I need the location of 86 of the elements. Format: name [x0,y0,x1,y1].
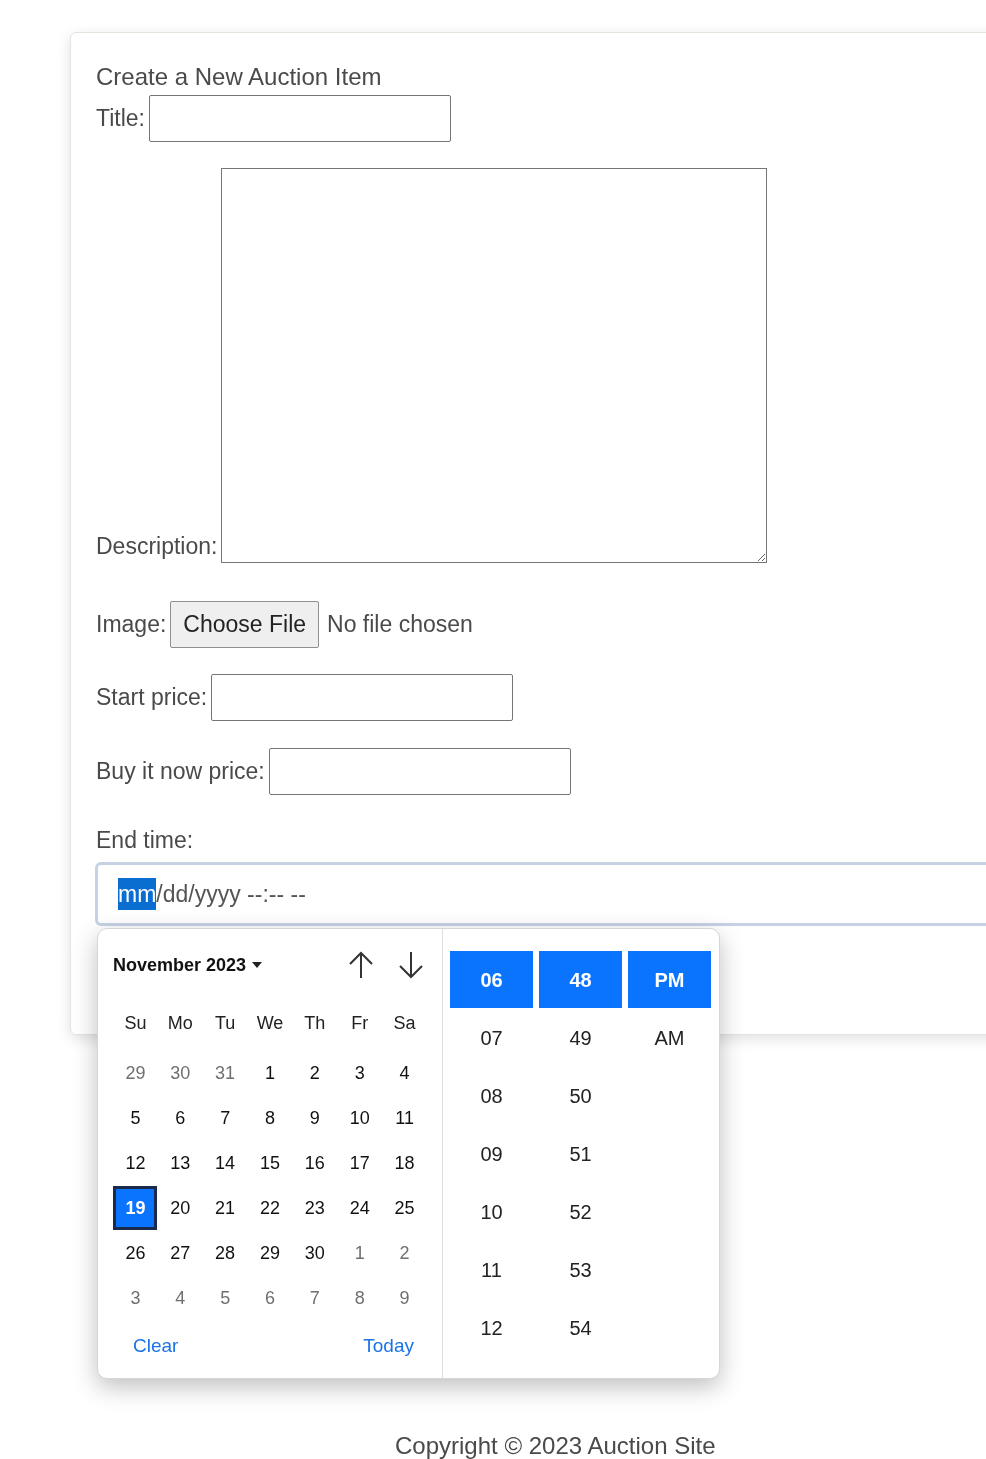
calendar-day[interactable]: 22 [247,1186,293,1230]
calendar-day[interactable]: 16 [292,1141,338,1185]
arrow-up-icon[interactable] [348,951,374,979]
input-field[interactable] [268,748,571,795]
field-label: End time: [96,827,194,853]
calendar-day[interactable]: 30 [292,1231,338,1275]
choose-file-button[interactable]: Choose File [170,601,320,648]
calendar-day[interactable]: 5 [113,1096,158,1140]
calendar-day[interactable]: 15 [247,1141,293,1185]
clear-button[interactable]: Clear [133,1332,179,1361]
weekday-label: Fr [350,1011,370,1035]
time-option[interactable]: 07 [450,1009,533,1066]
calendar-day[interactable]: 10 [337,1096,383,1140]
time-option[interactable]: 06 [450,951,533,1008]
today-button[interactable]: Today [363,1332,414,1361]
calendar-day[interactable]: 30 [157,1051,203,1095]
time-option[interactable]: 52 [539,1183,622,1240]
calendar-day[interactable]: 6 [157,1096,203,1140]
weekday-label: Tu [213,1011,237,1035]
caret-icon [252,962,263,968]
field-label: Description: [96,531,218,561]
arrow-down-icon[interactable] [398,951,424,979]
calendar-day[interactable]: 6 [247,1276,293,1320]
file-status: No file chosen [327,610,473,640]
calendar-day[interactable]: 21 [202,1186,248,1230]
calendar-day[interactable]: 24 [337,1186,383,1230]
calendar-day[interactable]: 1 [247,1051,293,1095]
weekday-label: We [255,1011,285,1035]
calendar-day[interactable]: 28 [202,1231,248,1275]
weekday-label: Mo [166,1011,194,1035]
time-option[interactable]: AM [628,1009,711,1066]
calendar-day[interactable]: 8 [337,1276,383,1320]
weekday-label: Su [123,1011,148,1035]
calendar-day[interactable]: 29 [113,1051,158,1095]
field-label: Title: [96,104,145,134]
time-option[interactable]: 50 [539,1067,622,1124]
month-dropdown[interactable]: November 2023 [113,951,263,979]
calendar-day[interactable]: 7 [202,1096,248,1140]
calendar-day[interactable]: 7 [292,1276,338,1320]
calendar-day[interactable]: 1 [337,1231,383,1275]
weekday-label: Sa [392,1011,417,1035]
time-option[interactable]: 51 [539,1125,622,1182]
field-label: Image: [96,610,167,640]
date-segment[interactable]: /dd/yyyy --:-- -- [156,877,306,910]
calendar-day[interactable]: 20 [157,1186,203,1230]
calendar-day[interactable]: 31 [202,1051,248,1095]
calendar-day[interactable]: 23 [292,1186,338,1230]
time-option[interactable]: 10 [450,1183,533,1240]
copyright-text: Copyright © 2023 Auction Site [395,1432,717,1459]
calendar-day[interactable]: 25 [382,1186,427,1230]
time-option[interactable]: 11 [450,1241,533,1298]
calendar-day[interactable]: 9 [382,1276,427,1320]
description-field[interactable] [221,168,768,563]
calendar-day[interactable]: 9 [292,1096,338,1140]
time-option[interactable]: PM [628,951,711,1008]
input-field[interactable] [211,674,514,721]
calendar-day[interactable]: 29 [247,1231,293,1275]
calendar-day[interactable]: 17 [337,1141,383,1185]
calendar-day[interactable]: 18 [382,1141,427,1185]
calendar-day[interactable]: 5 [202,1276,248,1320]
calendar-day[interactable]: 11 [382,1096,427,1140]
form-heading: Create a New Auction Item [96,62,383,92]
time-option[interactable]: 08 [450,1067,533,1124]
calendar-day[interactable]: 4 [382,1051,427,1095]
input-field[interactable] [149,95,451,142]
time-option[interactable]: 49 [539,1009,622,1066]
time-option[interactable]: 53 [539,1241,622,1298]
field-label: Buy it now price: [96,757,265,787]
time-option[interactable]: 54 [539,1299,622,1356]
calendar-day[interactable]: 3 [113,1276,158,1320]
time-option[interactable]: 48 [539,951,622,1008]
calendar-day[interactable]: 14 [202,1141,248,1185]
field-label: Start price: [96,683,208,713]
calendar-day[interactable]: 2 [382,1231,427,1275]
time-option[interactable]: 12 [450,1299,533,1356]
calendar-day[interactable]: 8 [247,1096,293,1140]
calendar-day[interactable]: 13 [157,1141,203,1185]
time-option[interactable]: 09 [450,1125,533,1182]
weekday-label: Th [303,1011,327,1035]
calendar-day[interactable]: 4 [157,1276,203,1320]
calendar-day[interactable]: 2 [292,1051,338,1095]
calendar-day[interactable]: 26 [113,1231,158,1275]
calendar-day[interactable]: 27 [157,1231,203,1275]
calendar-day[interactable]: 3 [337,1051,383,1095]
calendar-day[interactable]: 19 [113,1186,158,1230]
calendar-day[interactable]: 12 [113,1141,158,1185]
